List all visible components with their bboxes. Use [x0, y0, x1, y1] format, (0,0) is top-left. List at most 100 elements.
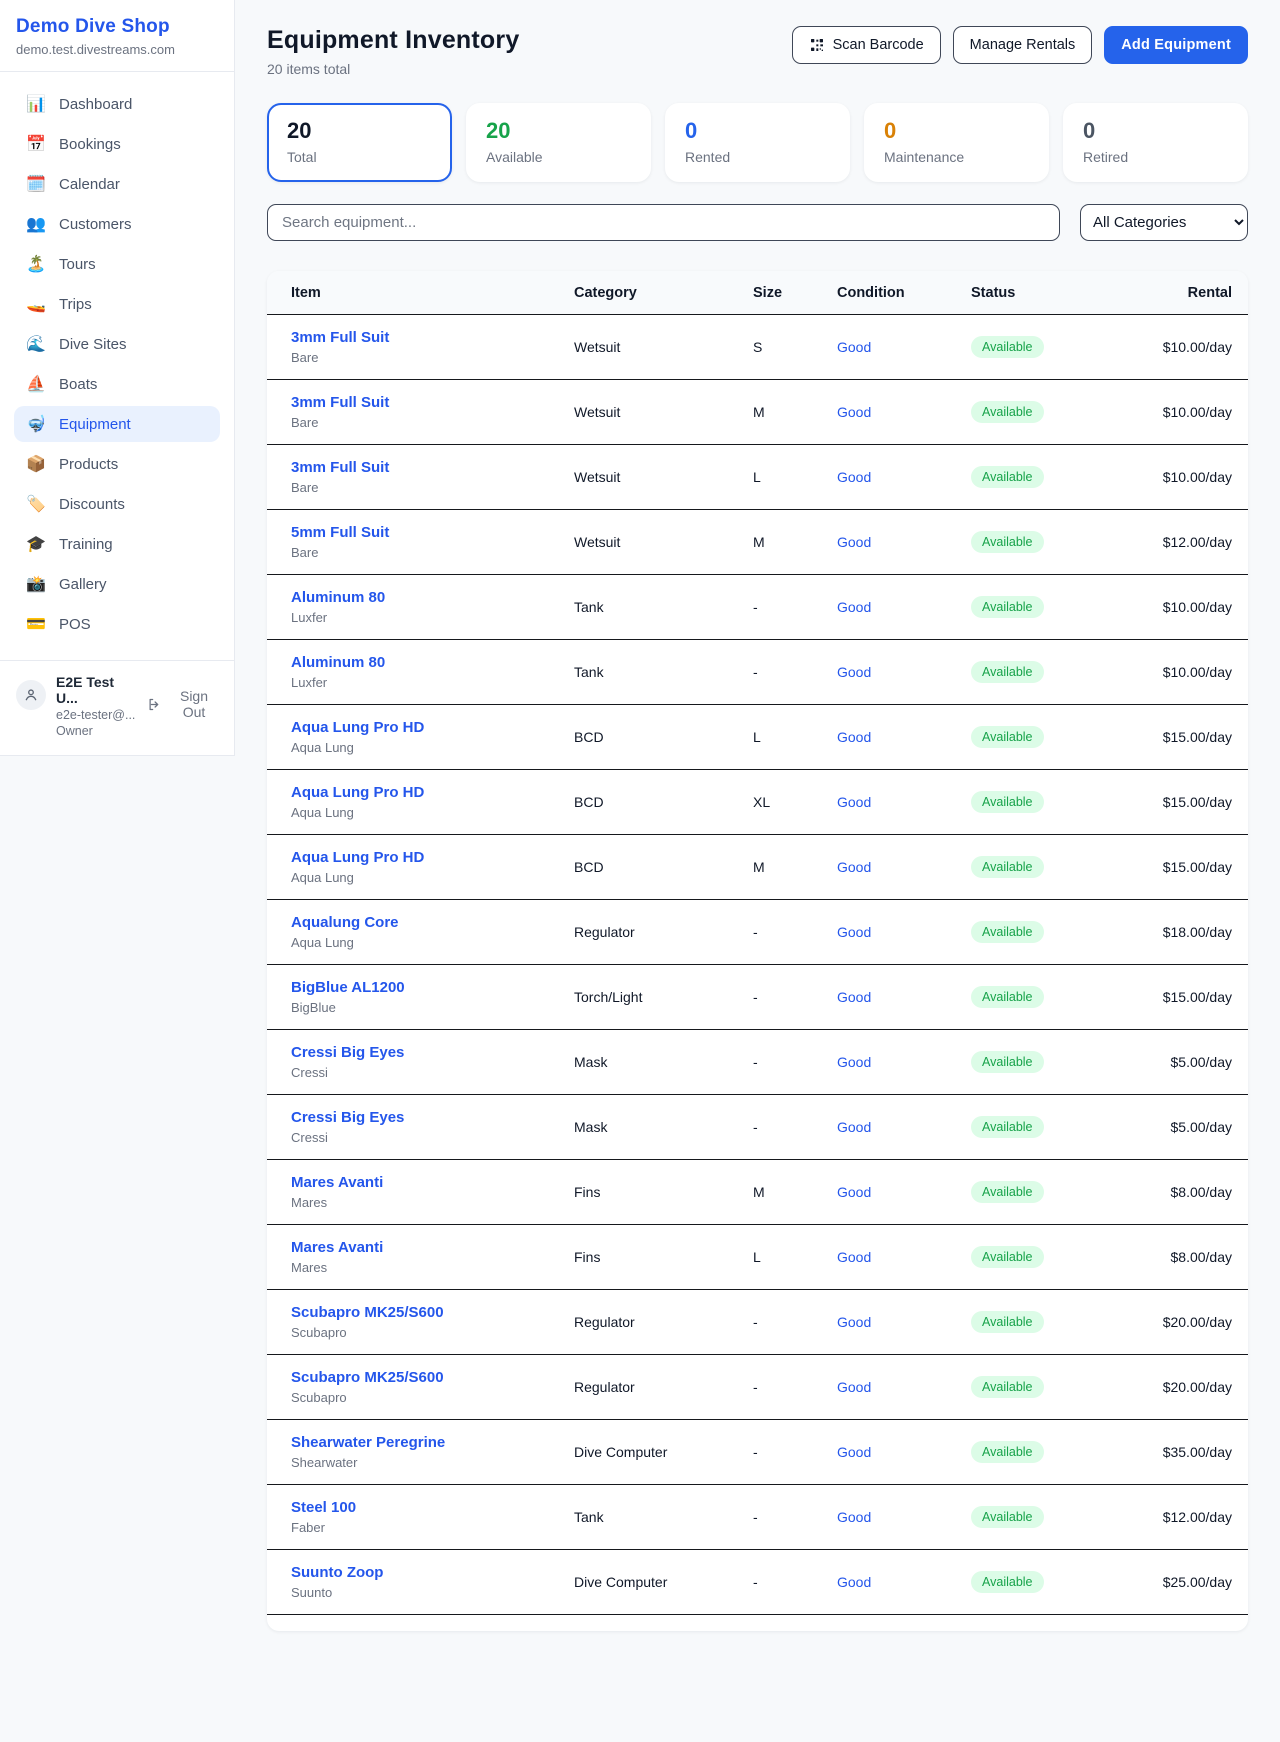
item-rental: $10.00/day	[1111, 380, 1248, 445]
item-name-link[interactable]: Shearwater Peregrine	[291, 1434, 574, 1451]
item-category: Tank	[574, 575, 753, 640]
condition-link[interactable]: Good	[837, 989, 871, 1005]
condition-link[interactable]: Good	[837, 404, 871, 420]
sidebar-item[interactable]: 📸 Gallery	[14, 566, 220, 602]
condition-link[interactable]: Good	[837, 1054, 871, 1070]
sidebar-item[interactable]: 📅 Bookings	[14, 126, 220, 162]
table-row: 5mm Full Suit Bare Wetsuit M Good Availa…	[267, 510, 1248, 575]
scan-barcode-button[interactable]: Scan Barcode	[792, 26, 941, 64]
condition-link[interactable]: Good	[837, 1314, 871, 1330]
sidebar-item[interactable]: 💳 POS	[14, 606, 220, 642]
condition-link[interactable]: Good	[837, 664, 871, 680]
stat-card[interactable]: 0 Retired	[1063, 103, 1248, 182]
sidebar-item[interactable]: 🚤 Trips	[14, 286, 220, 322]
stat-card[interactable]: 20 Available	[466, 103, 651, 182]
condition-link[interactable]: Good	[837, 469, 871, 485]
item-name-link[interactable]: Suunto Zoop	[291, 1564, 574, 1581]
sidebar-item[interactable]: 📦 Products	[14, 446, 220, 482]
condition-link[interactable]: Good	[837, 1249, 871, 1265]
item-category: Mask	[574, 1030, 753, 1095]
condition-link[interactable]: Good	[837, 859, 871, 875]
sidebar-item[interactable]: 🤿 Equipment	[14, 406, 220, 442]
search-input[interactable]	[267, 204, 1060, 241]
sidebar: Demo Dive Shop demo.test.divestreams.com…	[0, 0, 235, 756]
item-name-link[interactable]: Steel 100	[291, 1499, 574, 1516]
stat-value: 0	[1083, 118, 1228, 144]
item-name-link[interactable]: Aluminum 80	[291, 654, 574, 671]
item-name-link[interactable]: Aluminum 80	[291, 589, 574, 606]
table-row: BigBlue AL1200 BigBlue Torch/Light - Goo…	[267, 965, 1248, 1030]
item-name-link[interactable]: Mares Avanti	[291, 1239, 574, 1256]
status-badge: Available	[971, 1506, 1044, 1528]
table-row: Suunto Zoop Suunto Dive Computer - Good …	[267, 1550, 1248, 1615]
table-row: Aqua Lung Pro HD Aqua Lung BCD M Good Av…	[267, 835, 1248, 900]
condition-link[interactable]: Good	[837, 1379, 871, 1395]
condition-link[interactable]: Good	[837, 534, 871, 550]
item-brand: Aqua Lung	[291, 740, 574, 755]
item-name-link[interactable]: 3mm Full Suit	[291, 394, 574, 411]
item-name-link[interactable]: Scubapro MK25/S600	[291, 1304, 574, 1321]
sidebar-item-icon: 🏷️	[26, 494, 46, 514]
add-equipment-button[interactable]: Add Equipment	[1104, 26, 1248, 64]
item-brand: Aqua Lung	[291, 935, 574, 950]
sidebar-item[interactable]: 🏷️ Discounts	[14, 486, 220, 522]
manage-rentals-button[interactable]: Manage Rentals	[953, 26, 1093, 64]
item-name-link[interactable]: Scubapro MK25/S600	[291, 1369, 574, 1386]
condition-link[interactable]: Good	[837, 1509, 871, 1525]
sidebar-item[interactable]: 📊 Dashboard	[14, 86, 220, 122]
sidebar-item-icon: 🎓	[26, 534, 46, 554]
sidebar-item-label: Equipment	[59, 416, 131, 433]
sidebar-item[interactable]: 🎓 Training	[14, 526, 220, 562]
table-row: Aluminum 80 Luxfer Tank - Good Available…	[267, 640, 1248, 705]
brand-name: Demo Dive Shop	[16, 16, 218, 38]
condition-link[interactable]: Good	[837, 924, 871, 940]
stat-card[interactable]: 0 Maintenance	[864, 103, 1049, 182]
item-name-link[interactable]: Aqualung Core	[291, 914, 574, 931]
item-name-link[interactable]: Aqua Lung Pro HD	[291, 719, 574, 736]
condition-link[interactable]: Good	[837, 599, 871, 615]
item-name-link[interactable]: Cressi Big Eyes	[291, 1044, 574, 1061]
sidebar-nav: 📊 Dashboard 📅 Bookings 🗓️ Calendar 👥 Cus…	[0, 71, 234, 656]
item-name-link[interactable]: 3mm Full Suit	[291, 459, 574, 476]
sign-out-button[interactable]: Sign Out	[147, 688, 220, 720]
item-name-link[interactable]: BigBlue AL1200	[291, 979, 574, 996]
stat-card[interactable]: 20 Total	[267, 103, 452, 182]
sidebar-item[interactable]: 🏝️ Tours	[14, 246, 220, 282]
condition-link[interactable]: Good	[837, 729, 871, 745]
status-badge: Available	[971, 1051, 1044, 1073]
status-badge: Available	[971, 986, 1044, 1008]
item-name-link[interactable]: Cressi Big Eyes	[291, 1109, 574, 1126]
stat-card[interactable]: 0 Rented	[665, 103, 850, 182]
sidebar-item-icon: 🤿	[26, 414, 46, 434]
table-row: 3mm Full Suit Bare Wetsuit S Good Availa…	[267, 315, 1248, 380]
item-rental: $10.00/day	[1111, 575, 1248, 640]
user-name: E2E Test U...	[56, 674, 137, 706]
item-name-link[interactable]: 3mm Full Suit	[291, 329, 574, 346]
sidebar-item-label: Dive Sites	[59, 336, 127, 353]
status-badge: Available	[971, 531, 1044, 553]
sidebar-item[interactable]: 🗓️ Calendar	[14, 166, 220, 202]
condition-link[interactable]: Good	[837, 1574, 871, 1590]
sidebar-item[interactable]: 👥 Customers	[14, 206, 220, 242]
category-select[interactable]: All Categories	[1080, 204, 1248, 241]
condition-link[interactable]: Good	[837, 339, 871, 355]
stat-label: Total	[287, 149, 432, 165]
sidebar-item[interactable]: ⛵ Boats	[14, 366, 220, 402]
item-name-link[interactable]: Aqua Lung Pro HD	[291, 849, 574, 866]
condition-link[interactable]: Good	[837, 794, 871, 810]
sidebar-item-label: Trips	[59, 296, 92, 313]
item-name-link[interactable]: Mares Avanti	[291, 1174, 574, 1191]
table-row: Cressi Big Eyes Cressi Mask - Good Avail…	[267, 1030, 1248, 1095]
avatar	[16, 680, 46, 710]
item-name-link[interactable]: 5mm Full Suit	[291, 524, 574, 541]
sidebar-item-label: Gallery	[59, 576, 107, 593]
item-size: M	[753, 1160, 837, 1225]
condition-link[interactable]: Good	[837, 1444, 871, 1460]
item-category: BCD	[574, 705, 753, 770]
condition-link[interactable]: Good	[837, 1184, 871, 1200]
condition-link[interactable]: Good	[837, 1119, 871, 1135]
item-name-link[interactable]: Aqua Lung Pro HD	[291, 784, 574, 801]
item-rental: $35.00/day	[1111, 1420, 1248, 1485]
sidebar-item[interactable]: 🌊 Dive Sites	[14, 326, 220, 362]
sidebar-item-label: Products	[59, 456, 118, 473]
